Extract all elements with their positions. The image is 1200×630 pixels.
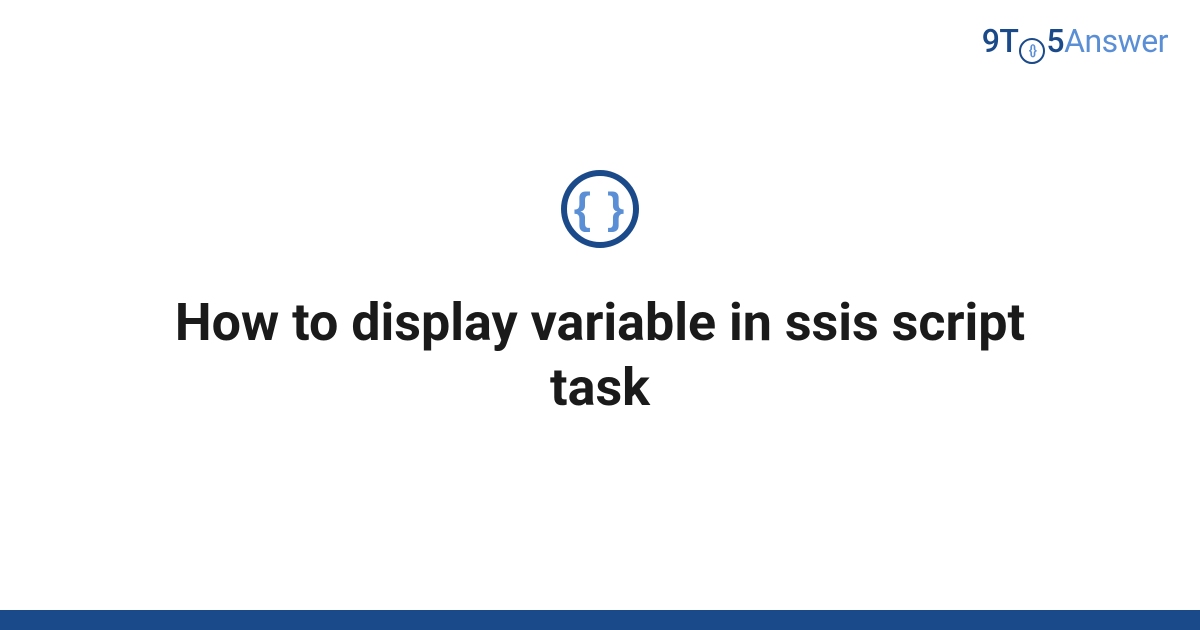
page-title: How to display variable in ssis script t… [140,290,1060,420]
main-content: { } How to display variable in ssis scri… [0,0,1200,630]
code-braces-icon: { } [574,187,626,231]
topic-icon-circle: { } [561,170,639,248]
footer-accent-bar [0,610,1200,630]
